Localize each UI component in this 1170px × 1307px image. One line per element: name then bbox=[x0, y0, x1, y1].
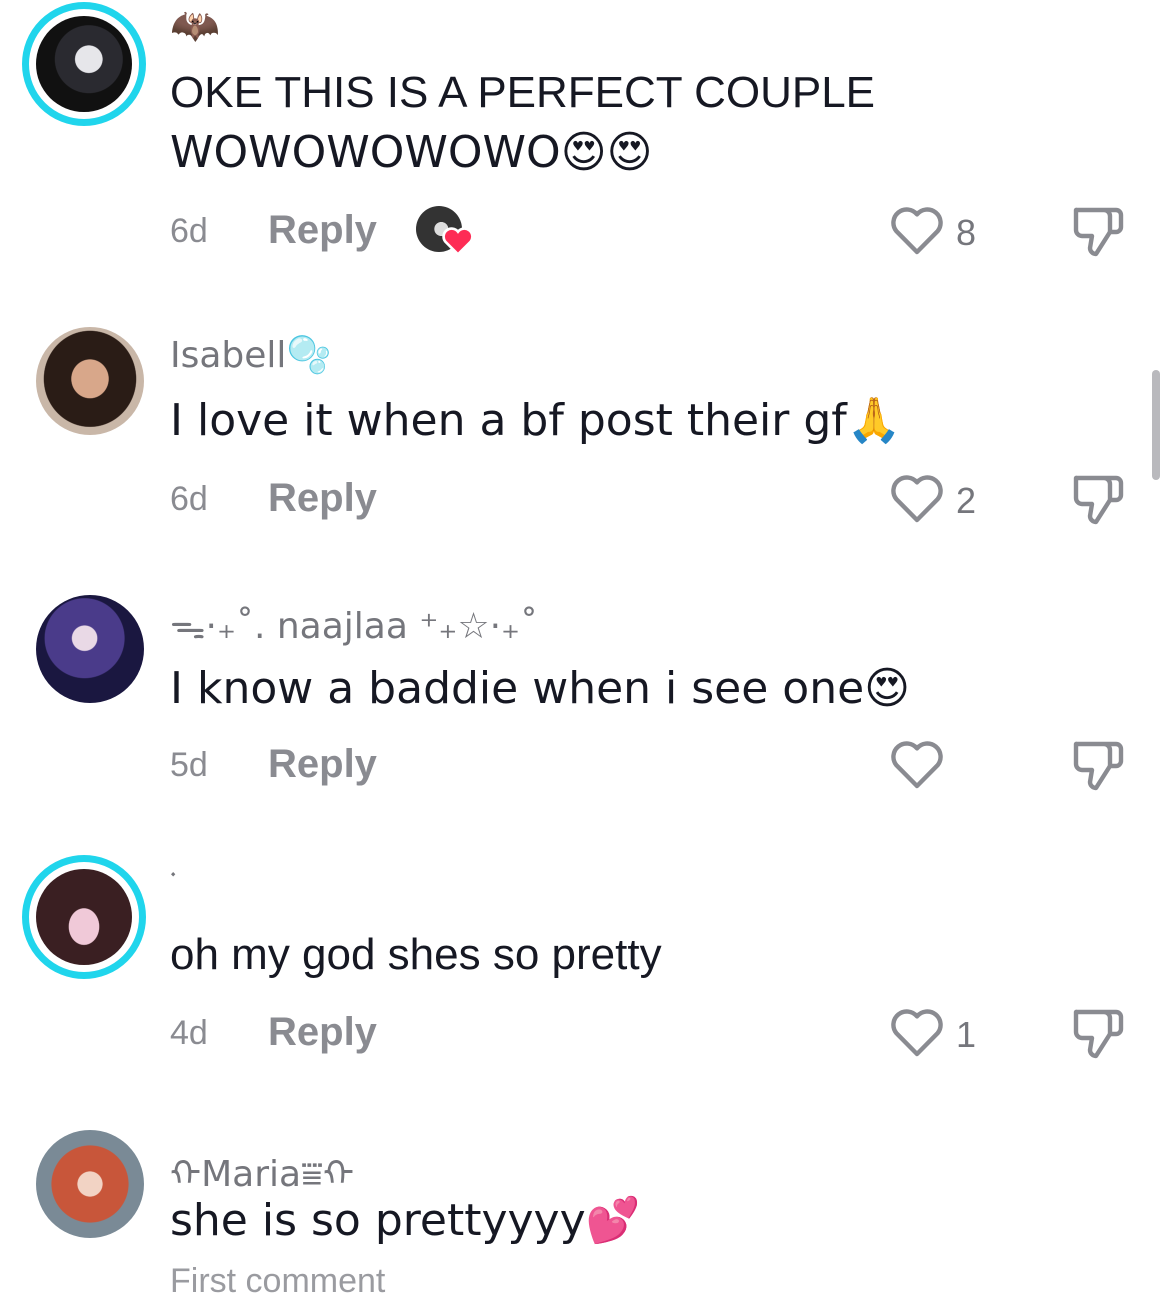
reply-button[interactable]: Reply bbox=[268, 476, 377, 521]
reply-button[interactable]: Reply bbox=[268, 208, 377, 253]
comment-text: I know a baddie when i see one😍 bbox=[170, 663, 911, 714]
comment-age: 4d bbox=[170, 1014, 208, 1052]
avatar[interactable] bbox=[22, 2, 146, 126]
reply-button[interactable]: Reply bbox=[268, 742, 377, 787]
comment-age: 6d bbox=[170, 212, 208, 250]
like-count: 8 bbox=[956, 212, 977, 253]
avatar[interactable] bbox=[36, 327, 144, 435]
comment-username[interactable]: 🦇 bbox=[170, 2, 220, 49]
heart-outline-icon[interactable] bbox=[890, 1008, 944, 1058]
comment-text-line-2: WOWOWOWOWO😍😍 bbox=[170, 127, 653, 178]
heart-outline-icon[interactable] bbox=[890, 740, 944, 790]
comment-username[interactable]: ᡣMaria⩸ᡣ bbox=[170, 1134, 354, 1197]
comment-age: 6d bbox=[170, 480, 208, 518]
creator-liked-heart-icon bbox=[442, 227, 474, 256]
comment-text: OKE THIS IS A PERFECT COUPLE bbox=[170, 68, 876, 117]
like-count: 1 bbox=[956, 1014, 977, 1055]
thumbs-down-icon[interactable] bbox=[1068, 1004, 1126, 1062]
heart-outline-icon[interactable] bbox=[890, 206, 944, 256]
avatar[interactable] bbox=[36, 1130, 144, 1238]
comment-age: 5d bbox=[170, 746, 208, 784]
thumbs-down-icon[interactable] bbox=[1068, 470, 1126, 528]
thumbs-down-icon[interactable] bbox=[1068, 736, 1126, 794]
creator-liked-badge bbox=[416, 206, 476, 258]
comment-text: oh my god shes so pretty bbox=[170, 930, 662, 979]
thumbs-down-icon[interactable] bbox=[1068, 202, 1126, 260]
comment-username[interactable]: 𝆺 bbox=[170, 860, 176, 883]
comment-text: she is so prettyyyy💕 bbox=[170, 1195, 641, 1246]
reply-button[interactable]: Reply bbox=[268, 1010, 377, 1055]
comment-username[interactable]: Isabell🫧 bbox=[170, 334, 331, 376]
comment-username[interactable]: ᯓ·₊˚. naajlaa ⁺₊☆·₊˚ bbox=[170, 600, 538, 649]
like-count: 2 bbox=[956, 480, 977, 521]
avatar[interactable] bbox=[22, 855, 146, 979]
scrollbar[interactable] bbox=[1152, 370, 1160, 480]
comment-text: I love it when a bf post their gf🙏 bbox=[170, 395, 902, 446]
first-comment-label: First comment bbox=[170, 1262, 386, 1300]
avatar[interactable] bbox=[36, 595, 144, 703]
heart-outline-icon[interactable] bbox=[890, 474, 944, 524]
